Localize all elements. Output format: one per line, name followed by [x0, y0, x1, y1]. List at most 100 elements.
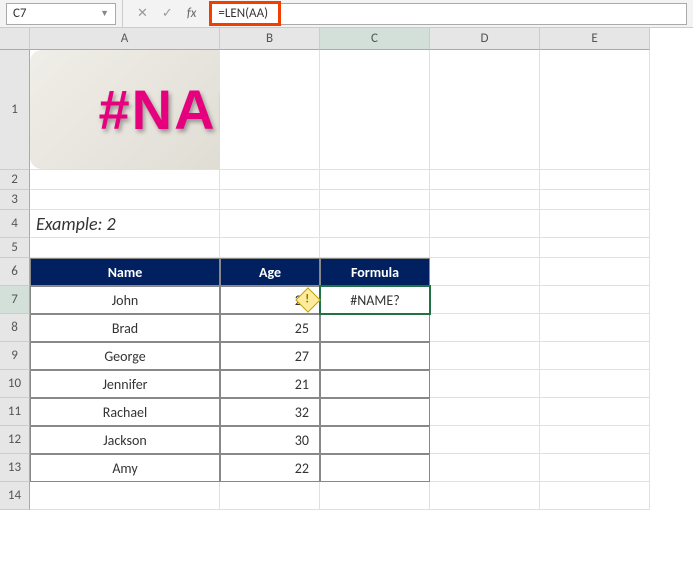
formula-bar[interactable]: =LEN(AA) — [210, 3, 687, 25]
cell[interactable] — [540, 238, 650, 258]
cell[interactable] — [540, 286, 650, 314]
table-cell-name[interactable]: Jackson — [30, 426, 220, 454]
table-cell-formula[interactable] — [320, 398, 430, 426]
cell[interactable] — [220, 50, 320, 170]
table-cell-formula[interactable] — [320, 426, 430, 454]
table-header-age[interactable]: Age — [220, 258, 320, 286]
cell[interactable] — [320, 238, 430, 258]
cell[interactable] — [540, 50, 650, 170]
cell[interactable] — [540, 190, 650, 210]
cell[interactable] — [220, 170, 320, 190]
cell[interactable] — [30, 238, 220, 258]
cell[interactable] — [430, 238, 540, 258]
confirm-icon[interactable]: ✓ — [162, 6, 173, 21]
selected-cell[interactable]: ! #NAME? — [320, 286, 430, 314]
col-header-D[interactable]: D — [430, 28, 540, 50]
table-cell-name[interactable]: John — [30, 286, 220, 314]
cell[interactable] — [30, 170, 220, 190]
table-cell-name[interactable]: Amy — [30, 454, 220, 482]
cell[interactable] — [320, 482, 430, 510]
cell[interactable] — [430, 286, 540, 314]
row-header-12[interactable]: 12 — [0, 426, 30, 454]
cell[interactable] — [220, 482, 320, 510]
cell[interactable] — [30, 482, 220, 510]
row-header-10[interactable]: 10 — [0, 370, 30, 398]
grid-row: 13 Amy 22 — [0, 454, 693, 482]
row-header-3[interactable]: 3 — [0, 190, 30, 210]
row-header-4[interactable]: 4 — [0, 210, 30, 238]
cell[interactable] — [220, 190, 320, 210]
table-cell-age[interactable]: 30 — [220, 426, 320, 454]
fx-icon[interactable]: fx — [187, 6, 197, 21]
grid-row: 12 Jackson 30 — [0, 426, 693, 454]
cell[interactable] — [540, 258, 650, 286]
cell[interactable] — [540, 426, 650, 454]
cell[interactable] — [540, 398, 650, 426]
cell[interactable] — [430, 314, 540, 342]
cell[interactable] — [320, 170, 430, 190]
cell[interactable] — [540, 342, 650, 370]
name-box[interactable]: C7 ▼ — [6, 3, 116, 25]
table-header-name[interactable]: Name — [30, 258, 220, 286]
row-header-8[interactable]: 8 — [0, 314, 30, 342]
cell[interactable] — [540, 482, 650, 510]
cell[interactable] — [320, 50, 430, 170]
row-header-6[interactable]: 6 — [0, 258, 30, 286]
cell[interactable] — [430, 426, 540, 454]
row-header-5[interactable]: 5 — [0, 238, 30, 258]
table-cell-age[interactable]: 27 — [220, 342, 320, 370]
row-header-1[interactable]: 1 — [0, 50, 30, 170]
table-cell-name[interactable]: George — [30, 342, 220, 370]
column-header-row: A B C D E — [0, 28, 693, 50]
col-header-E[interactable]: E — [540, 28, 650, 50]
row-header-7[interactable]: 7 — [0, 286, 30, 314]
table-cell-formula[interactable] — [320, 314, 430, 342]
cell[interactable] — [430, 170, 540, 190]
cell[interactable] — [220, 238, 320, 258]
table-cell-age[interactable]: 21 — [220, 370, 320, 398]
cell[interactable] — [430, 454, 540, 482]
table-cell-name[interactable]: Brad — [30, 314, 220, 342]
row-header-13[interactable]: 13 — [0, 454, 30, 482]
cell[interactable] — [430, 210, 540, 238]
table-cell-age[interactable]: 32 — [220, 398, 320, 426]
cell[interactable] — [430, 482, 540, 510]
cell[interactable]: Example: 2 — [30, 210, 220, 238]
cell[interactable] — [540, 370, 650, 398]
cell[interactable] — [540, 210, 650, 238]
table-cell-formula[interactable] — [320, 342, 430, 370]
select-all-corner[interactable] — [0, 28, 30, 50]
cell[interactable] — [30, 190, 220, 210]
col-header-B[interactable]: B — [220, 28, 320, 50]
row-header-11[interactable]: 11 — [0, 398, 30, 426]
row-header-9[interactable]: 9 — [0, 342, 30, 370]
cell[interactable] — [320, 210, 430, 238]
formula-text: =LEN(AA) — [209, 1, 281, 26]
cell[interactable] — [320, 190, 430, 210]
col-header-A[interactable]: A — [30, 28, 220, 50]
col-header-C[interactable]: C — [320, 28, 430, 50]
table-cell-formula[interactable] — [320, 454, 430, 482]
table-cell-formula[interactable] — [320, 370, 430, 398]
cell[interactable] — [430, 370, 540, 398]
cell[interactable] — [540, 314, 650, 342]
cell[interactable] — [430, 398, 540, 426]
row-header-2[interactable]: 2 — [0, 170, 30, 190]
cell[interactable]: #NAME? ERROR — [30, 50, 220, 170]
chevron-down-icon[interactable]: ▼ — [100, 8, 109, 19]
table-header-formula[interactable]: Formula — [320, 258, 430, 286]
cell[interactable] — [430, 50, 540, 170]
cell[interactable] — [540, 170, 650, 190]
grid-row: 4 Example: 2 — [0, 210, 693, 238]
cell[interactable] — [540, 454, 650, 482]
cell[interactable] — [430, 190, 540, 210]
cell[interactable] — [430, 258, 540, 286]
cell[interactable] — [220, 210, 320, 238]
cell[interactable] — [430, 342, 540, 370]
table-cell-name[interactable]: Jennifer — [30, 370, 220, 398]
row-header-14[interactable]: 14 — [0, 482, 30, 510]
table-cell-age[interactable]: 22 — [220, 454, 320, 482]
table-cell-age[interactable]: 25 — [220, 314, 320, 342]
cancel-icon[interactable]: ✕ — [137, 6, 148, 21]
table-cell-name[interactable]: Rachael — [30, 398, 220, 426]
